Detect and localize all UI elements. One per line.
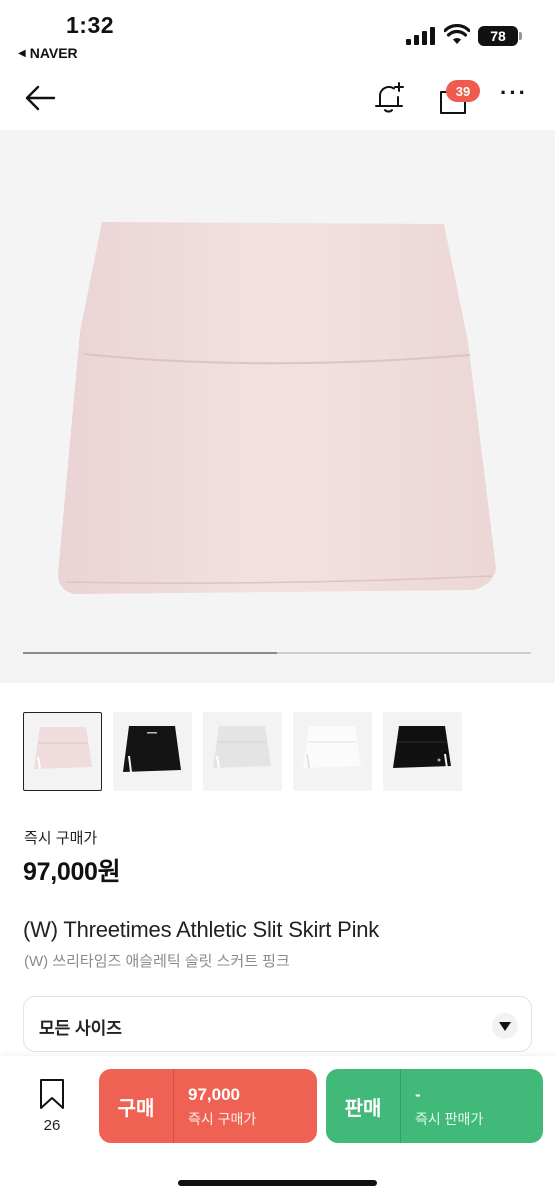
buy-label: 구매 xyxy=(117,1097,155,1120)
instant-buy-price-label: 즉시 구매가 xyxy=(24,830,98,847)
status-bar: 1:32 ◀ NAVER 78 xyxy=(0,0,555,68)
sell-button[interactable]: 판매 - 즉시 판매가 xyxy=(326,1069,543,1143)
carousel-progress-fill xyxy=(23,652,277,654)
thumbnail-skirt-image xyxy=(123,726,181,773)
buy-sublabel: 즉시 구매가 xyxy=(188,1111,257,1127)
sell-price: - xyxy=(415,1085,421,1104)
top-nav: 39 ··· xyxy=(0,70,555,128)
product-title-en: (W) Threetimes Athletic Slit Skirt Pink xyxy=(23,917,380,942)
notification-bell-icon[interactable] xyxy=(372,80,406,116)
thumbnail-white[interactable] xyxy=(293,712,372,791)
battery-icon: 78 xyxy=(478,26,518,46)
sell-sublabel: 즉시 판매가 xyxy=(415,1111,484,1127)
buy-divider xyxy=(173,1069,174,1143)
battery-tip xyxy=(519,32,522,40)
back-triangle-icon: ◀ xyxy=(18,47,26,59)
wishlist-count: 26 xyxy=(43,1117,61,1134)
bottom-action-bar: 26 구매 97,000 즉시 구매가 판매 - 즉시 판매가 xyxy=(0,1056,555,1200)
thumbnail-strip xyxy=(23,712,462,791)
chevron-down-icon xyxy=(492,1013,518,1039)
thumbnail-skirt-image xyxy=(34,727,92,770)
sell-divider xyxy=(400,1069,401,1143)
home-indicator[interactable] xyxy=(178,1180,377,1186)
size-selector[interactable]: 모든 사이즈 xyxy=(23,996,532,1052)
thumbnail-skirt-image xyxy=(213,726,271,769)
sell-label: 판매 xyxy=(344,1097,382,1120)
thumbnail-light-gray[interactable] xyxy=(203,712,282,791)
instant-buy-price: 97,000원 xyxy=(23,858,121,886)
thumbnail-black[interactable] xyxy=(113,712,192,791)
carousel-progress xyxy=(23,652,531,654)
product-skirt-image xyxy=(58,222,496,594)
back-arrow-icon[interactable] xyxy=(22,80,58,116)
product-image-carousel[interactable] xyxy=(0,130,555,683)
thumbnail-skirt-image xyxy=(393,726,451,769)
wifi-icon xyxy=(444,24,470,44)
thumbnail-skirt-image xyxy=(303,726,361,769)
buy-button[interactable]: 구매 97,000 즉시 구매가 xyxy=(99,1069,317,1143)
thumbnail-pink[interactable] xyxy=(23,712,102,791)
thumbnail-black-2[interactable] xyxy=(383,712,462,791)
size-selector-label: 모든 사이즈 xyxy=(39,1019,122,1038)
more-options-icon[interactable]: ··· xyxy=(500,82,530,108)
status-time: 1:32 xyxy=(66,12,115,38)
product-title-ko: (W) 쓰리타임즈 애슬레틱 슬릿 스커트 핑크 xyxy=(24,953,290,970)
back-app-label: NAVER xyxy=(29,45,78,61)
wishlist-button[interactable]: 26 xyxy=(30,1078,74,1142)
bookmark-icon xyxy=(40,1079,64,1109)
cellular-signal-icon xyxy=(406,27,435,45)
cart-count-badge: 39 xyxy=(446,80,480,102)
back-to-app-link[interactable]: ◀ NAVER xyxy=(18,45,78,61)
buy-price: 97,000 xyxy=(188,1085,240,1104)
